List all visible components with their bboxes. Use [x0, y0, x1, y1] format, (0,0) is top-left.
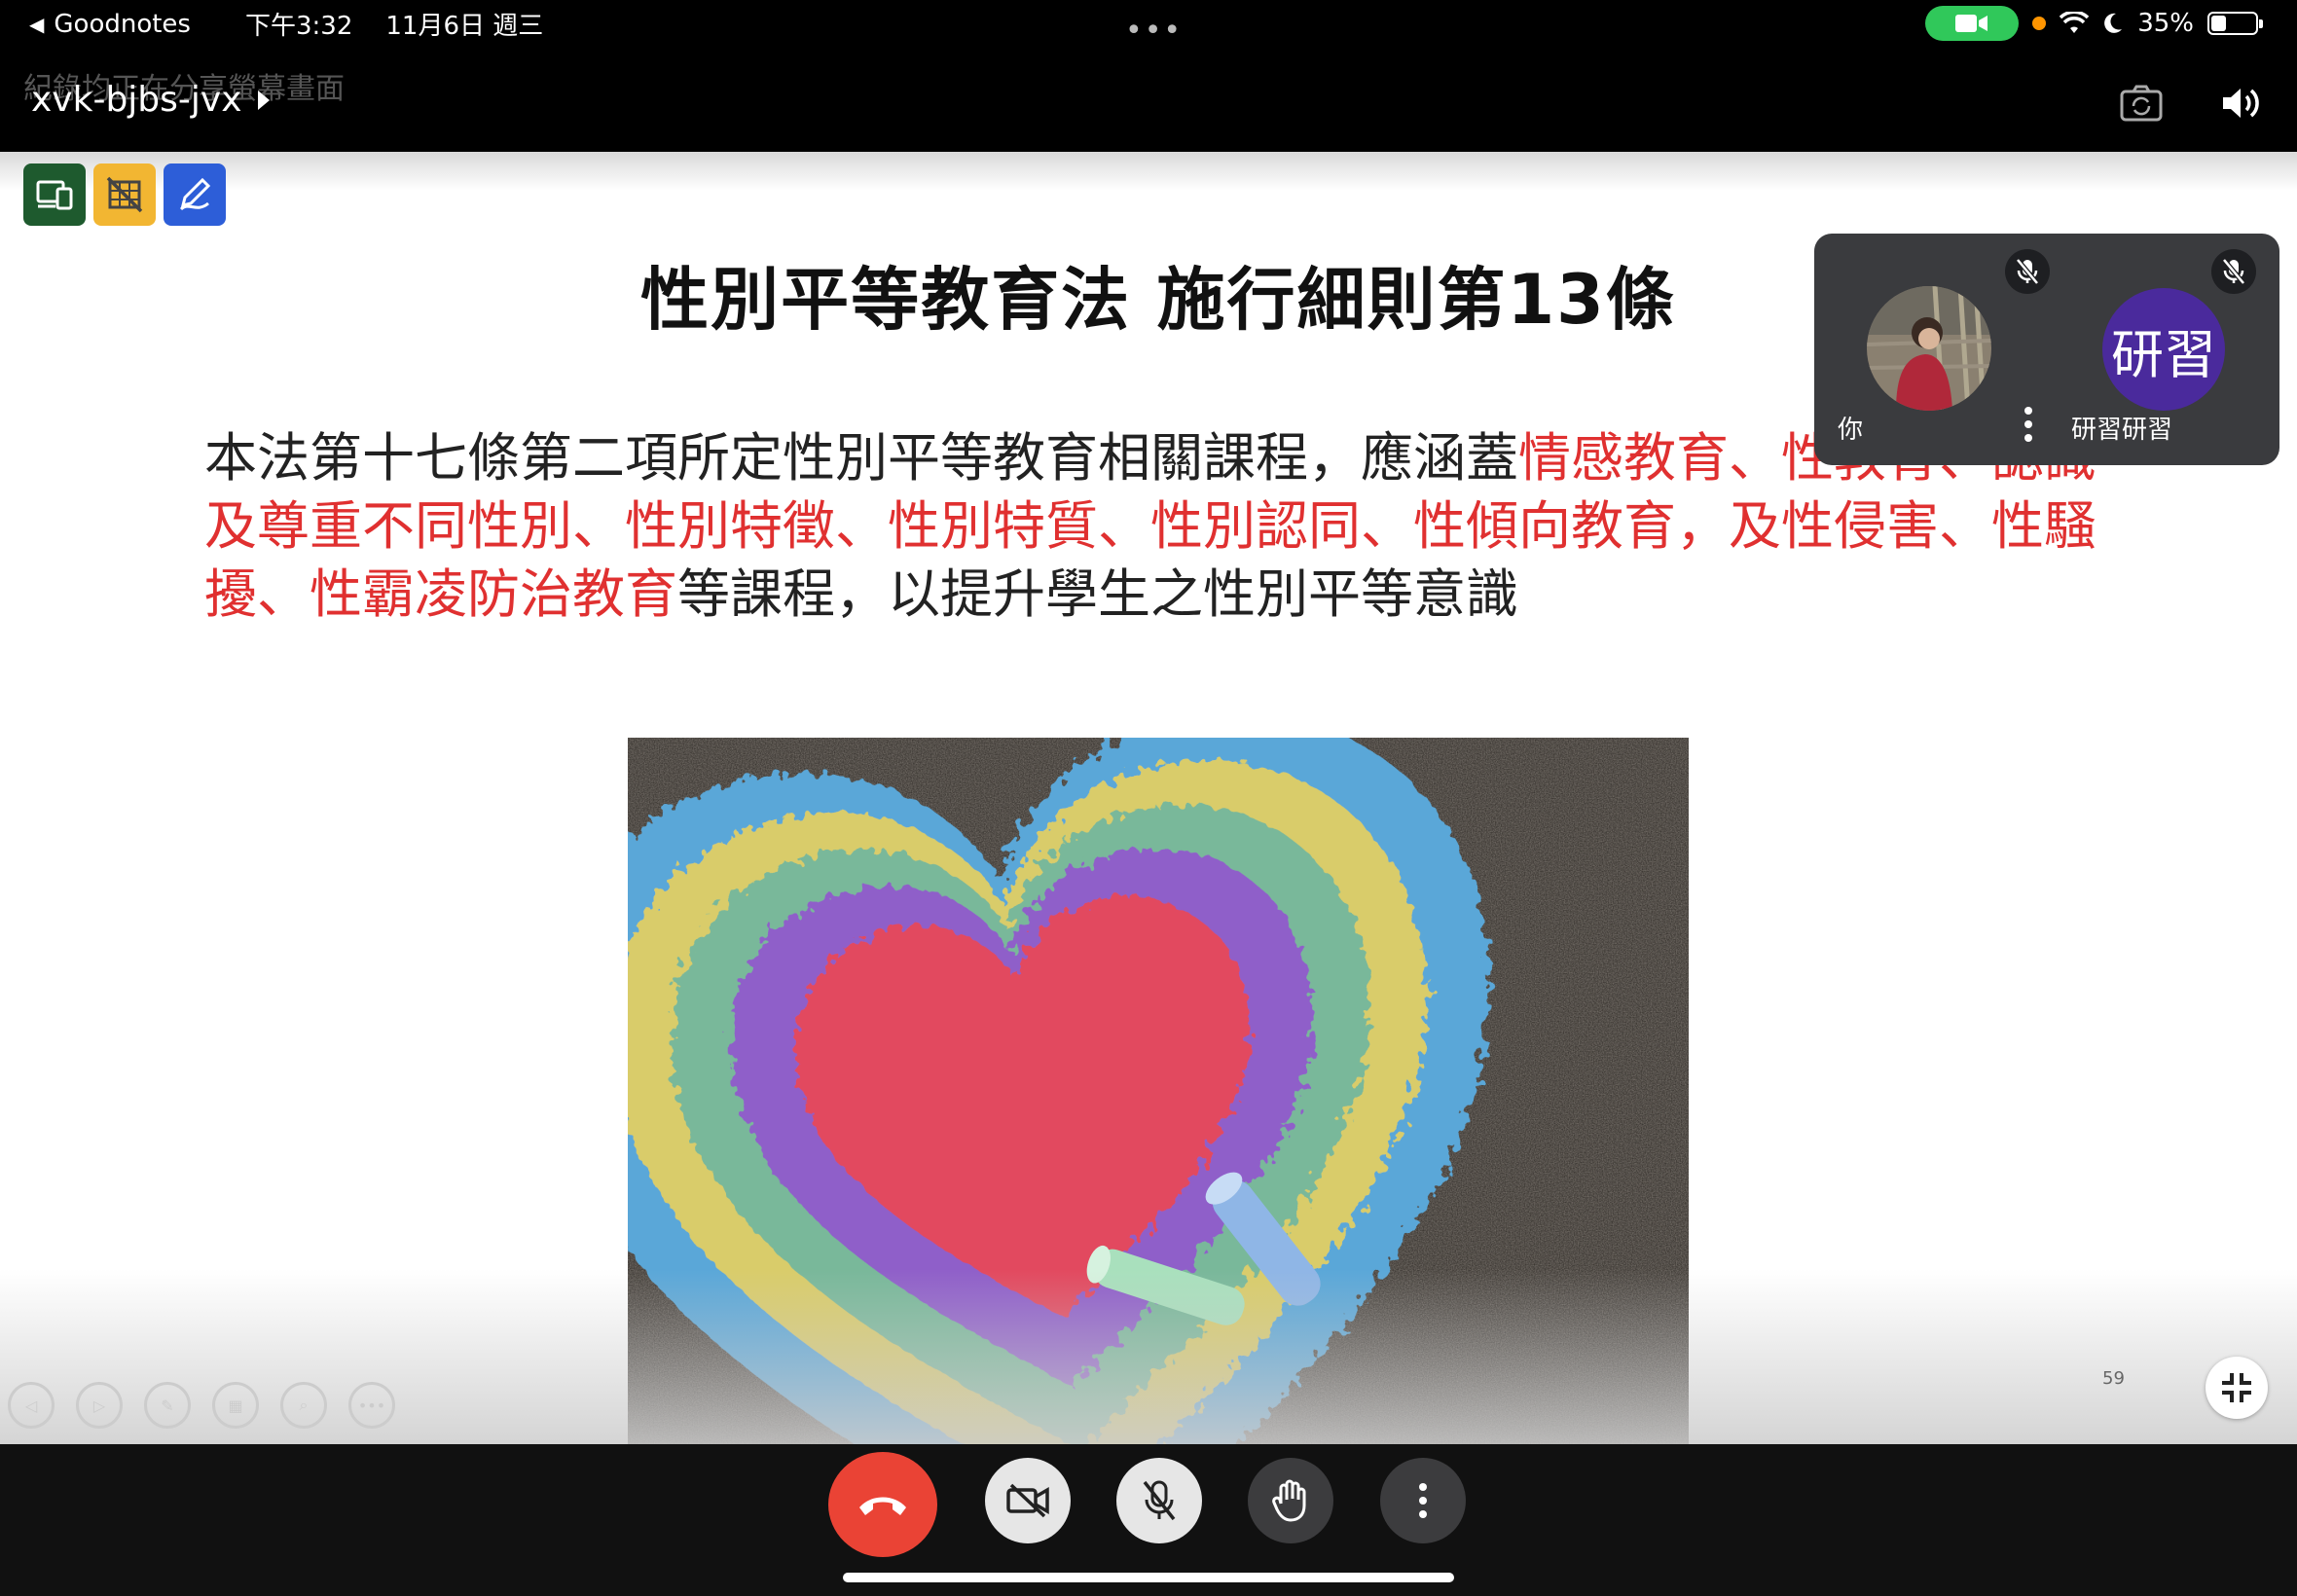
wifi-icon — [2060, 12, 2090, 33]
devices-icon — [36, 180, 73, 210]
status-left[interactable]: ◀ Goodnotes 下午3:32 11月6日 週三 — [29, 6, 543, 42]
zoom-button[interactable]: ⌕ — [280, 1382, 327, 1429]
pen-icon: ✎ — [161, 1396, 174, 1415]
home-indicator[interactable] — [843, 1573, 1454, 1582]
switch-camera-button[interactable] — [2112, 76, 2170, 130]
next-slide-button[interactable]: ▷ — [76, 1382, 123, 1429]
meeting-code: xvk-bjbs-jvx — [31, 80, 242, 120]
mic-off-icon — [1143, 1480, 1176, 1521]
chalk-heart-photo — [628, 738, 1689, 1444]
device-mode-button[interactable] — [23, 163, 86, 226]
microphone-toggle-button[interactable] — [1116, 1458, 1202, 1543]
status-time: 下午3:32 — [244, 12, 353, 41]
vertical-dots-icon — [1419, 1483, 1427, 1518]
participant-avatar[interactable]: 研習 — [2102, 288, 2225, 411]
self-muted-badge — [2005, 249, 2050, 294]
multitasking-dots-icon[interactable]: ••• — [1125, 14, 1183, 48]
pen-icon — [179, 177, 211, 211]
back-app-label[interactable]: Goodnotes — [54, 10, 191, 39]
slide-controls: ◁ ▷ ✎ ▦ ⌕ ••• — [8, 1382, 395, 1429]
battery-icon — [2207, 12, 2263, 35]
switch-camera-icon — [2120, 85, 2163, 122]
collapse-icon — [2222, 1373, 2251, 1402]
participant-muted-badge — [2211, 249, 2256, 294]
more-options-button[interactable]: ••• — [348, 1382, 395, 1429]
participant-tiles[interactable]: 你 研習 研習研習 — [1814, 234, 2279, 465]
slide-body-part-3: 等課程，以提升學生之性別平等意識 — [677, 563, 1518, 625]
camera-in-use-pill[interactable] — [1925, 6, 2020, 41]
self-tile-menu-button[interactable] — [2023, 405, 2034, 448]
hide-grid-button[interactable] — [93, 163, 156, 226]
triangle-right-icon: ▷ — [92, 1396, 106, 1415]
vertical-dots-icon — [2024, 407, 2032, 442]
self-name-label: 你 — [1838, 416, 1864, 445]
camera-off-icon — [1006, 1483, 1049, 1518]
participant-name-label: 研習研習 — [2071, 416, 2173, 445]
triangle-left-icon: ◁ — [24, 1396, 38, 1415]
grid-off-icon — [106, 176, 143, 213]
slide-page-number: 59 — [2102, 1368, 2125, 1389]
previous-slide-button[interactable]: ◁ — [8, 1382, 55, 1429]
hand-icon — [1272, 1479, 1306, 1522]
end-call-button[interactable] — [828, 1452, 937, 1557]
moon-icon — [2104, 13, 2123, 33]
status-bar: ◀ Goodnotes 下午3:32 11月6日 週三 ••• 35% — [0, 0, 2297, 48]
speaker-icon — [2223, 89, 2259, 118]
slide-body-part-1: 本法第十七條第二項所定性別平等教育相關課程，應涵蓋 — [204, 427, 1518, 489]
mic-off-icon — [2016, 258, 2039, 285]
meeting-code-button[interactable]: xvk-bjbs-jvx — [31, 80, 270, 120]
mic-in-use-dot — [2032, 17, 2047, 30]
video-camera-icon — [1955, 15, 1988, 32]
slide-sorter-button[interactable]: ▦ — [212, 1382, 259, 1429]
exit-fullscreen-button[interactable] — [2206, 1357, 2268, 1419]
slides-icon: ▦ — [228, 1396, 243, 1415]
back-arrow-icon: ◀ — [29, 12, 45, 36]
more-dots-icon: ••• — [357, 1396, 386, 1415]
meeting-header: 紀錄均正在分享螢幕畫面 xvk-bjbs-jvx — [0, 47, 2297, 152]
more-options-menu-button[interactable] — [1380, 1458, 1466, 1543]
audio-output-button[interactable] — [2211, 76, 2270, 130]
magnifier-icon: ⌕ — [299, 1396, 309, 1414]
annotate-button[interactable] — [164, 163, 226, 226]
camera-toggle-button[interactable] — [985, 1458, 1071, 1543]
pen-tool-button[interactable]: ✎ — [144, 1382, 191, 1429]
battery-percent: 35% — [2137, 9, 2194, 38]
phone-hangup-icon — [859, 1497, 906, 1515]
call-controls-bar — [0, 1444, 2297, 1596]
raise-hand-button[interactable] — [1248, 1458, 1333, 1543]
chevron-right-icon — [257, 90, 270, 110]
self-avatar[interactable] — [1867, 286, 1991, 411]
mic-off-icon — [2222, 258, 2245, 285]
status-date: 11月6日 週三 — [385, 12, 544, 41]
